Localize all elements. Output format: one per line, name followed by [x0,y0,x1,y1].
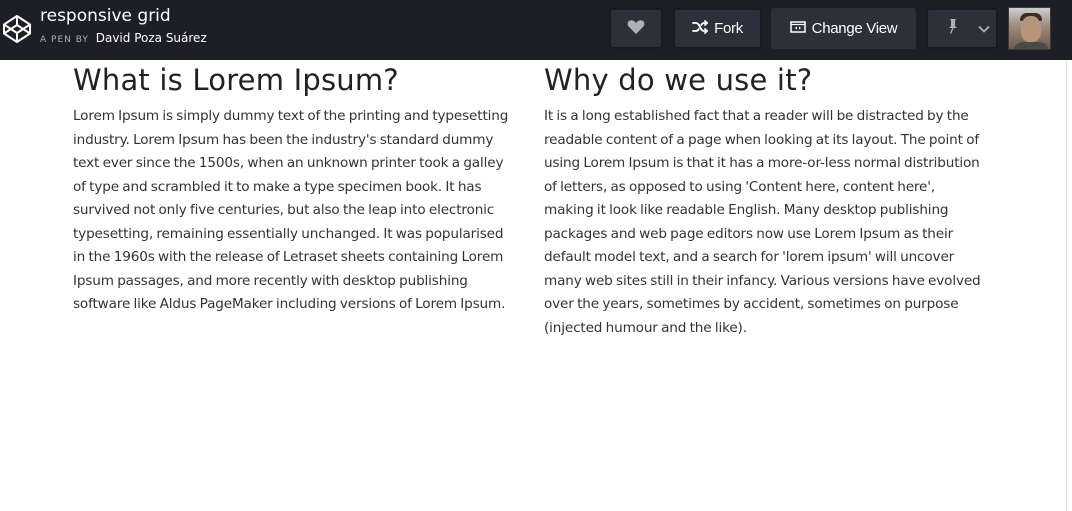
pen-title[interactable]: responsive grid [40,6,207,26]
change-view-label: Change View [811,20,898,37]
pin-menu-button[interactable] [972,8,998,49]
change-view-icon [789,20,806,38]
author-link[interactable]: David Poza Suárez [96,31,207,45]
right-column: Why do we use it? It is a long establish… [544,62,994,340]
fork-label: Fork [714,20,743,37]
pin-button[interactable] [926,8,974,49]
left-column: What is Lorem Ipsum? Lorem Ipsum is simp… [73,62,523,317]
preview-pane: What is Lorem Ipsum? Lorem Ipsum is simp… [0,60,1066,511]
author-line: A PEN BY David Poza Suárez [40,31,207,47]
top-bar: responsive grid A PEN BY David Poza Suár… [0,0,1072,60]
avatar-body [1013,42,1049,49]
left-paragraph: Lorem Ipsum is simply dummy text of the … [73,108,509,312]
chevron-down-icon [978,20,990,37]
fork-icon [692,19,709,38]
pen-title-block: responsive grid A PEN BY David Poza Suár… [40,6,207,47]
codepen-logo-icon[interactable] [1,13,33,45]
scrollbar[interactable] [1066,60,1072,511]
avatar[interactable] [1008,7,1051,50]
change-view-button[interactable]: Change View [771,8,916,49]
right-paragraph: It is a long established fact that a rea… [544,108,981,336]
avatar-face [1021,16,1041,42]
heart-icon [627,19,645,39]
heart-button[interactable] [609,8,663,49]
right-heading: Why do we use it? [544,63,813,97]
fork-button[interactable]: Fork [673,8,762,49]
by-prefix: A PEN BY [40,35,89,45]
pin-icon [943,18,959,40]
left-heading: What is Lorem Ipsum? [73,63,399,97]
